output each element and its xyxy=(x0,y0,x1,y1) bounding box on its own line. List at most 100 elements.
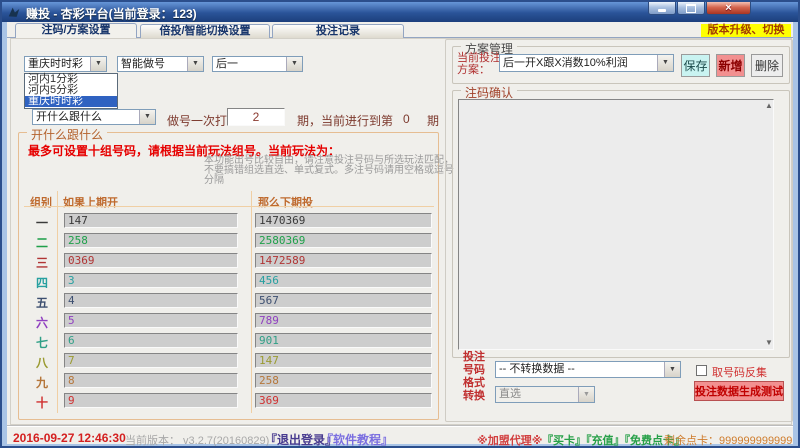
current-period-value: 0 xyxy=(403,112,410,126)
convert-label-line4: 转换 xyxy=(463,390,485,403)
row-label: 一 xyxy=(28,214,56,231)
tab-bet-records[interactable]: 投注记录 xyxy=(272,24,404,38)
bet-input[interactable]: 1470369 xyxy=(255,213,432,228)
play-select[interactable]: 后一 ▼ xyxy=(212,56,303,72)
row-label: 五 xyxy=(28,294,56,311)
tab-bet-plan-settings[interactable]: 注码/方案设置 xyxy=(15,23,137,38)
plan-select[interactable]: 后一开X跟X消数10%利润 ▼ xyxy=(499,54,674,72)
bet-input[interactable]: 258 xyxy=(255,373,432,388)
maximize-button[interactable] xyxy=(677,2,705,15)
current-plan-label: 当前投注 方案： xyxy=(457,52,501,76)
chevron-down-icon[interactable]: ▼ xyxy=(657,55,673,71)
open-input[interactable]: 147 xyxy=(64,213,238,228)
reverse-set-checkbox[interactable] xyxy=(696,365,707,376)
bet-input[interactable]: 1472589 xyxy=(255,253,432,268)
convert-label-line2: 号码 xyxy=(463,364,485,377)
lottery-select[interactable]: 重庆时时彩 ▼ xyxy=(24,56,107,72)
bet-input[interactable]: 369 xyxy=(255,393,432,408)
chevron-down-icon[interactable]: ▼ xyxy=(286,57,302,71)
scroll-up-icon[interactable]: ▲ xyxy=(765,102,773,110)
bet-input[interactable]: 789 xyxy=(255,313,432,328)
save-button[interactable]: 保存 xyxy=(681,54,710,77)
periods-label-before: 做号一次打 xyxy=(167,112,227,129)
points-label: 剩余点卡： xyxy=(664,435,719,447)
lottery-select-value: 重庆时时彩 xyxy=(28,58,83,70)
window-title: 赚投 - 杏彩平台(当前登录：123) xyxy=(26,5,197,22)
periods-label-after: 期 xyxy=(427,112,439,129)
open-input[interactable]: 4 xyxy=(64,293,238,308)
chevron-down-icon[interactable]: ▼ xyxy=(664,362,680,377)
row-label: 八 xyxy=(28,354,56,371)
mode-select-value: 智能做号 xyxy=(121,58,165,70)
mode-select[interactable]: 智能做号 ▼ xyxy=(117,56,204,72)
open-input[interactable]: 0369 xyxy=(64,253,238,268)
open-input[interactable]: 6 xyxy=(64,333,238,348)
periods-count-input[interactable]: 2 xyxy=(227,108,285,126)
open-input[interactable]: 5 xyxy=(64,313,238,328)
open-input[interactable]: 258 xyxy=(64,233,238,248)
reverse-set-label: 取号码反集 xyxy=(712,364,767,380)
convert-label-line1: 投注 xyxy=(463,351,485,364)
bet-input[interactable]: 567 xyxy=(255,293,432,308)
plan-select-value: 后一开X跟X消数10%利润 xyxy=(503,57,628,69)
points-value: 999999999999 xyxy=(719,435,792,447)
statusbar-divider xyxy=(7,425,793,426)
agent-label: ※加盟代理※ xyxy=(477,432,542,448)
version-upgrade-link[interactable]: 版本升级、切换 xyxy=(701,24,791,37)
column-header-group: 组别 xyxy=(30,194,52,210)
bet-input[interactable]: 147 xyxy=(255,353,432,368)
method-select[interactable]: 开什么跟什么 ▼ xyxy=(32,109,156,125)
chevron-down-icon[interactable]: ▼ xyxy=(187,57,203,71)
tab-multiplier-smart-switch[interactable]: 倍投/智能切换设置 xyxy=(140,24,270,38)
app-window: 赚投 - 杏彩平台(当前登录：123) × 注码/方案设置 倍投/智能切换设置 … xyxy=(0,0,800,448)
play-select-value: 后一 xyxy=(216,58,238,70)
lottery-option-chongqing[interactable]: 重庆时时彩 xyxy=(25,96,117,107)
follow-hint: 本功能出号比较自由，请注意投注号码与所选玩法匹配， 不要搞错组选直选、单式复式。… xyxy=(204,156,454,186)
maximize-icon xyxy=(686,4,696,13)
header-divider xyxy=(24,206,434,207)
convert-label: 投注 号码 格式 转换 xyxy=(463,351,485,403)
open-input[interactable]: 8 xyxy=(64,373,238,388)
row-label: 九 xyxy=(28,374,56,391)
column-divider xyxy=(251,191,252,413)
current-plan-label-line2: 方案： xyxy=(457,64,501,76)
app-icon xyxy=(7,5,21,19)
bet-input[interactable]: 456 xyxy=(255,273,432,288)
status-version: 当前版本： v3.2.7(20160829) xyxy=(125,432,269,448)
bet-input[interactable]: 901 xyxy=(255,333,432,348)
row-label: 七 xyxy=(28,334,56,351)
chevron-down-icon: ▼ xyxy=(578,387,594,402)
generate-test-button[interactable]: 投注数据生成测试 xyxy=(694,381,784,401)
tutorial-link[interactable]: 『软件教程』 xyxy=(321,431,393,448)
close-button[interactable]: × xyxy=(706,2,751,15)
current-plan-label-line1: 当前投注 xyxy=(457,52,501,64)
chevron-down-icon[interactable]: ▼ xyxy=(90,57,106,71)
convert-mode-value: -- 不转换数据 -- xyxy=(499,363,575,375)
minimize-button[interactable] xyxy=(648,2,676,15)
bet-input[interactable]: 2580369 xyxy=(255,233,432,248)
row-label: 三 xyxy=(28,254,56,271)
open-input[interactable]: 3 xyxy=(64,273,238,288)
row-label: 四 xyxy=(28,274,56,291)
convert-label-line3: 格式 xyxy=(463,377,485,390)
row-label: 六 xyxy=(28,314,56,331)
bet-confirm-textarea[interactable] xyxy=(458,99,774,350)
convert-mode-select[interactable]: -- 不转换数据 -- ▼ xyxy=(495,361,681,378)
delete-button[interactable]: 删除 xyxy=(751,54,783,77)
open-input[interactable]: 9 xyxy=(64,393,238,408)
periods-label-middle: 期，当前进行到第 xyxy=(297,112,393,129)
follow-group-title: 开什么跟什么 xyxy=(27,126,107,143)
row-label: 二 xyxy=(28,234,56,251)
row-label: 十 xyxy=(28,394,56,411)
method-select-value: 开什么跟什么 xyxy=(36,111,102,123)
scroll-down-icon[interactable]: ▼ xyxy=(765,339,773,347)
minimize-icon xyxy=(658,9,666,12)
open-input[interactable]: 7 xyxy=(64,353,238,368)
add-button[interactable]: 新增 xyxy=(716,54,745,77)
chevron-down-icon[interactable]: ▼ xyxy=(139,110,155,124)
points-remaining: 剩余点卡：999999999999 xyxy=(664,432,792,448)
follow-hint-line3: 分隔 xyxy=(204,176,454,186)
play-type-select[interactable]: 直选 ▼ xyxy=(495,386,595,403)
status-datetime: 2016-09-27 12:46:30 xyxy=(13,431,126,445)
follow-hint-line2: 不要搞错组选直选、单式复式。多注号码请用空格或逗号 xyxy=(204,166,454,176)
